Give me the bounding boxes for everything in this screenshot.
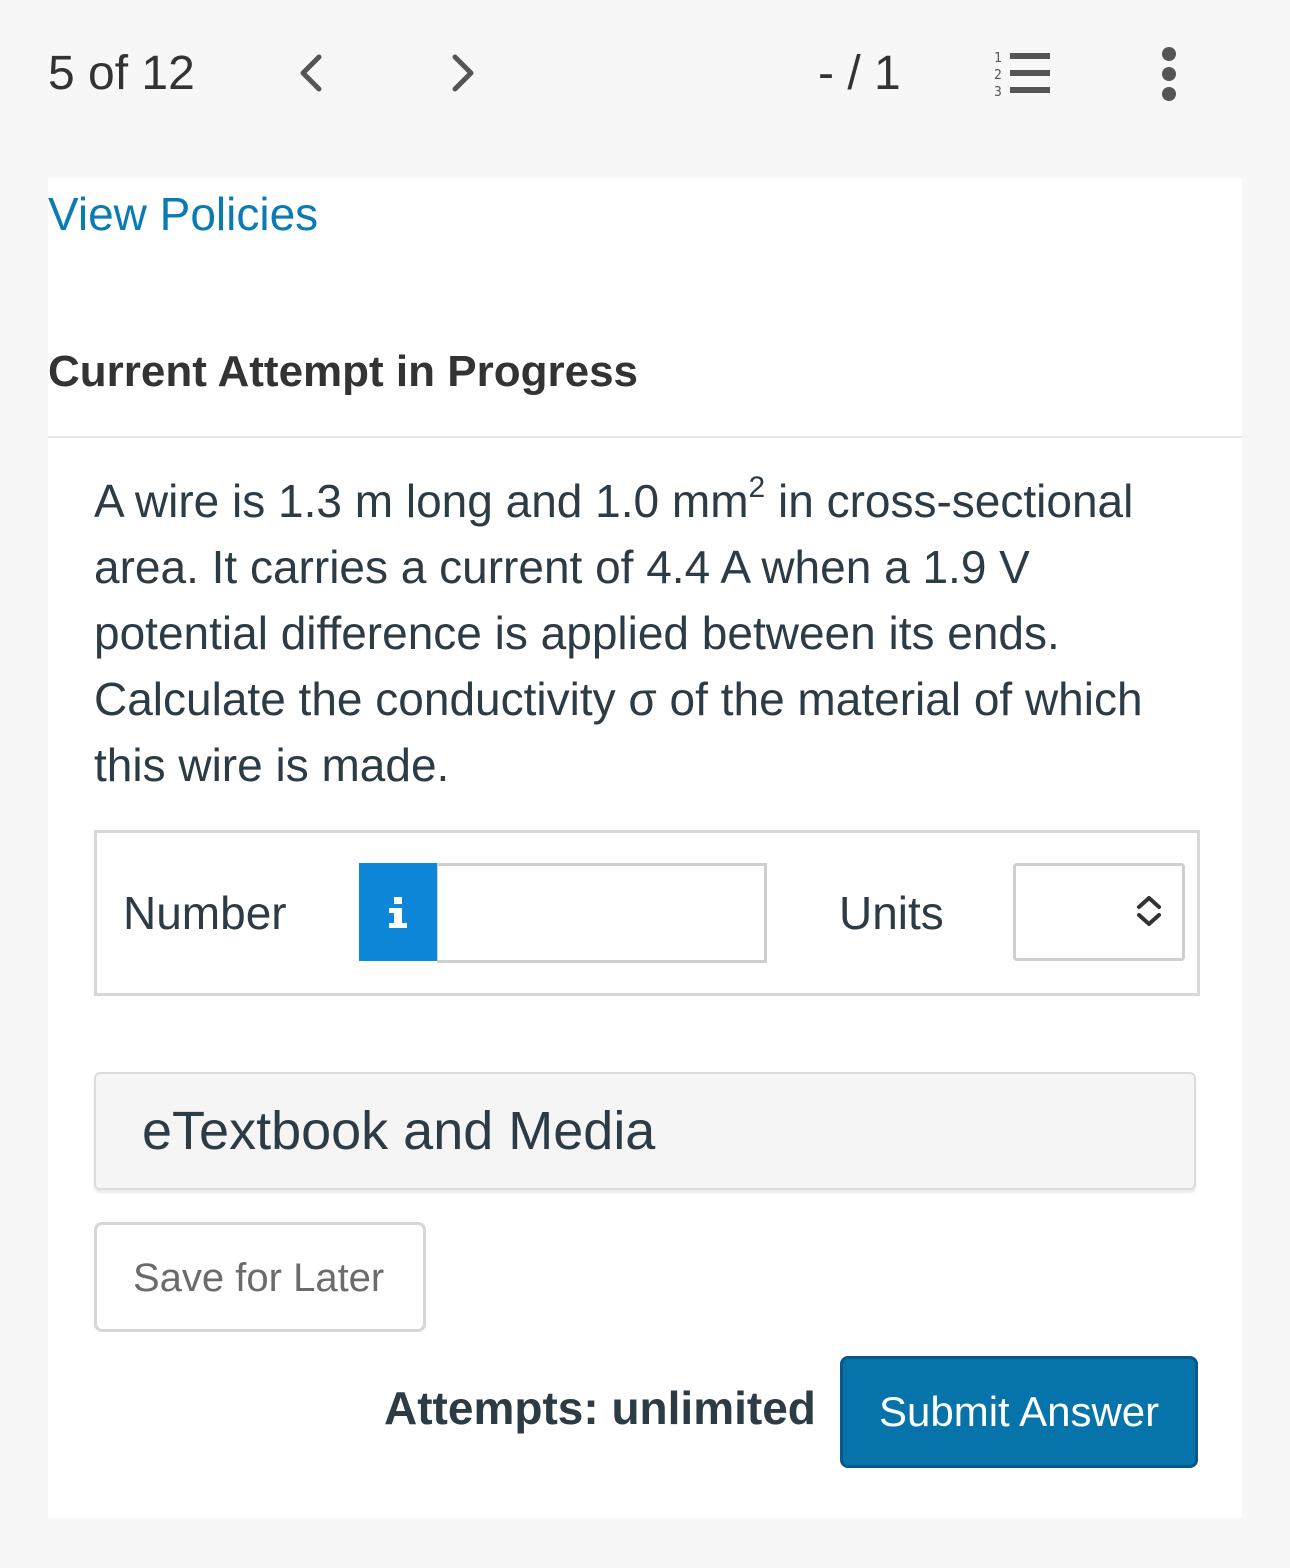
previous-question-button[interactable] bbox=[290, 48, 330, 98]
submit-answer-label: Submit Answer bbox=[879, 1388, 1160, 1435]
svg-text:2: 2 bbox=[994, 68, 1002, 83]
question-counter: 5 of 12 bbox=[48, 47, 195, 100]
section-title: Current Attempt in Progress bbox=[48, 347, 639, 396]
question-superscript: 2 bbox=[748, 470, 766, 504]
more-options-button[interactable] bbox=[1154, 44, 1184, 104]
next-question-button[interactable] bbox=[444, 48, 484, 98]
view-policies-link[interactable]: View Policies bbox=[48, 186, 318, 242]
divider bbox=[48, 436, 1242, 438]
etextbook-media-panel[interactable]: eTextbook and Media bbox=[94, 1072, 1196, 1190]
answer-box: Number Units bbox=[94, 830, 1200, 996]
number-label: Number bbox=[123, 887, 287, 939]
submit-answer-button[interactable]: Submit Answer bbox=[840, 1356, 1198, 1468]
numbered-list-icon: 1 2 3 bbox=[994, 51, 1050, 100]
etextbook-label: eTextbook and Media bbox=[142, 1101, 656, 1161]
chevron-right-icon bbox=[452, 54, 474, 92]
save-for-later-button[interactable]: Save for Later bbox=[94, 1222, 426, 1332]
number-input[interactable] bbox=[437, 863, 767, 963]
question-text: A wire is 1.3 m long and 1.0 mm2 in cros… bbox=[94, 468, 1204, 798]
question-list-button[interactable]: 1 2 3 bbox=[992, 48, 1052, 100]
units-select[interactable] bbox=[1013, 863, 1185, 961]
question-score: - / 1 bbox=[818, 47, 901, 100]
question-text-part-1: A wire is 1.3 m long and 1.0 mm bbox=[94, 475, 749, 527]
question-card: View Policies Current Attempt in Progres… bbox=[48, 178, 1242, 1518]
svg-text:3: 3 bbox=[994, 85, 1002, 98]
info-button[interactable] bbox=[359, 863, 437, 961]
units-label: Units bbox=[839, 887, 944, 939]
top-toolbar: 5 of 12 - / 1 1 2 3 bbox=[0, 0, 1290, 150]
chevron-left-icon bbox=[300, 54, 322, 92]
info-icon bbox=[389, 897, 407, 928]
svg-text:1: 1 bbox=[994, 51, 1002, 66]
attempts-label: Attempts: unlimited bbox=[384, 1382, 816, 1434]
more-vertical-icon bbox=[1162, 47, 1176, 101]
save-for-later-label: Save for Later bbox=[133, 1256, 385, 1300]
up-down-chevron-icon bbox=[1137, 896, 1161, 926]
